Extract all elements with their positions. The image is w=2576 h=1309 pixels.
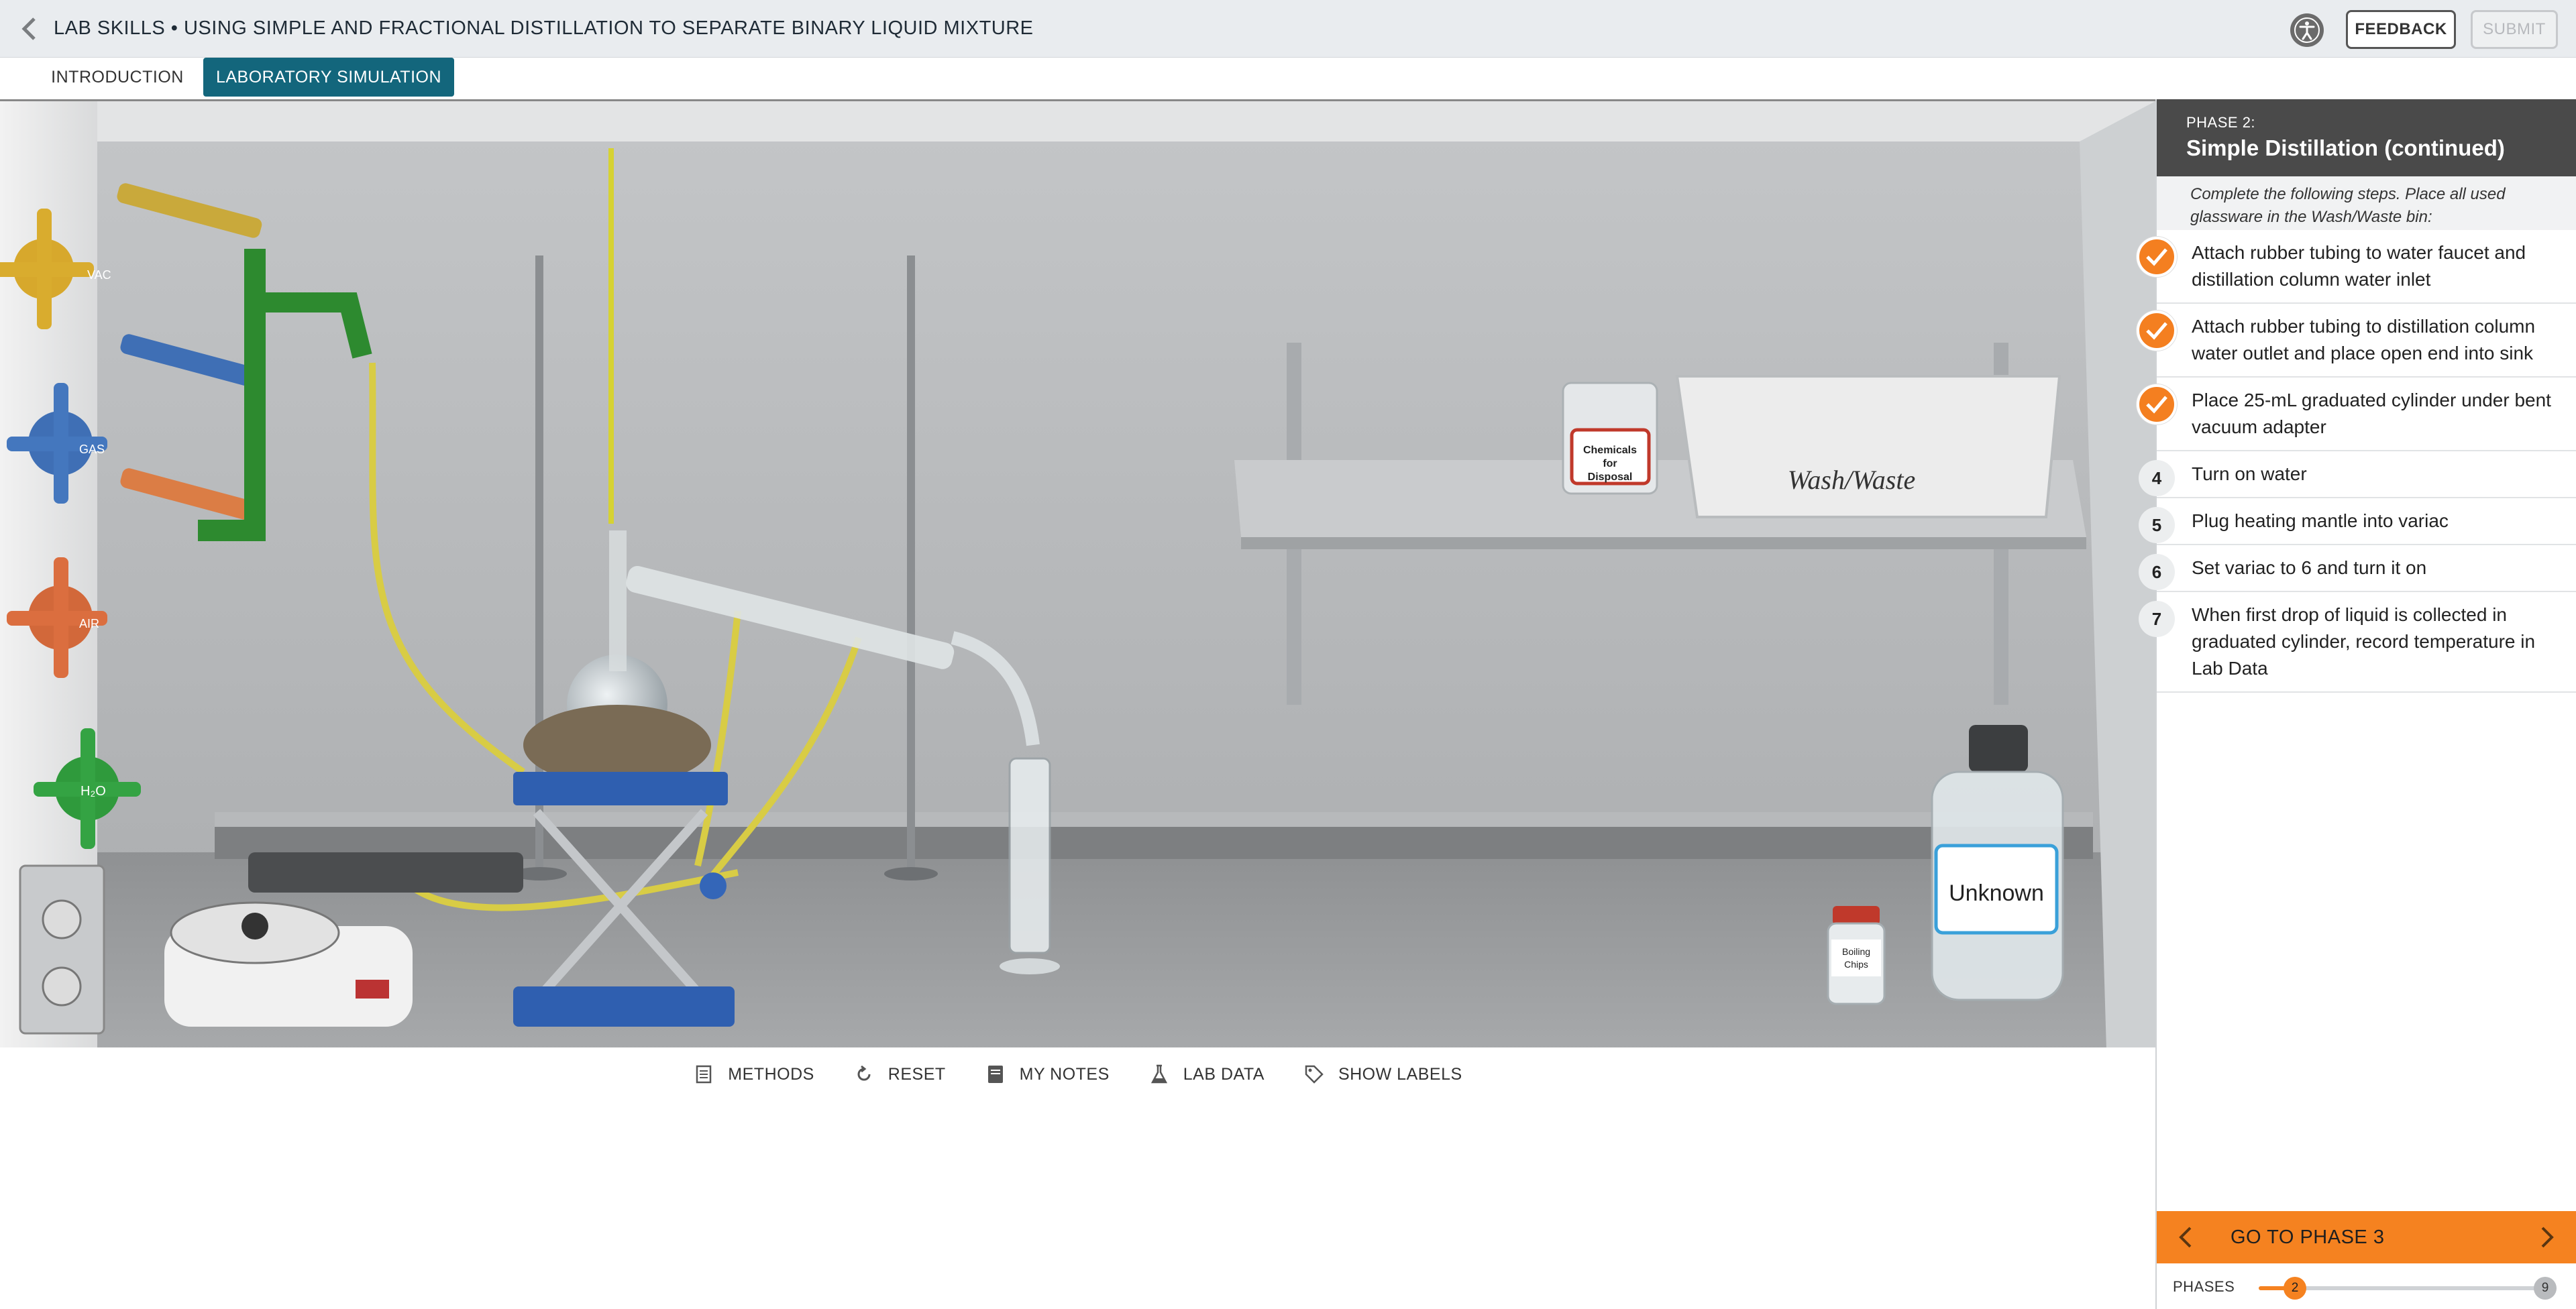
step-text: Attach rubber tubing to distillation col… [2192, 316, 2536, 363]
list-icon [696, 1065, 712, 1084]
step-text: Place 25-mL graduated cylinder under ben… [2192, 390, 2551, 437]
step-text: Attach rubber tubing to water faucet and… [2192, 242, 2526, 290]
tab-laboratory-simulation[interactable]: LABORATORY SIMULATION [203, 58, 454, 97]
svg-text:for: for [1603, 458, 1617, 469]
chemicals-for-disposal-beaker[interactable]: Chemicals for Disposal [1562, 382, 1658, 495]
phase-header: PHASE 2: Simple Distillation (continued) [2157, 99, 2576, 176]
phases-slider[interactable]: 2 9 [2259, 1277, 2557, 1300]
step-item: Attach rubber tubing to distillation col… [2137, 304, 2576, 378]
step-number: 5 [2139, 507, 2175, 543]
phase-number: PHASE 2: [2186, 114, 2256, 131]
step-text: Plug heating mantle into variac [2192, 510, 2449, 531]
step-text: Turn on water [2192, 463, 2307, 484]
boiling-chips-jar[interactable]: Boiling Chips [1827, 906, 1886, 1005]
chevron-right-icon[interactable] [2534, 1225, 2560, 1250]
reset-icon [857, 1065, 871, 1081]
accessibility-icon [2294, 17, 2320, 43]
accessibility-button[interactable] [2290, 13, 2324, 47]
top-bar: LAB SKILLS • USING SIMPLE AND FRACTIONAL… [0, 0, 2576, 58]
svg-text:Chips: Chips [1844, 959, 1868, 970]
fume-hood-illustration: VAC GAS AIR H₂O Chemicals for Disposal W… [0, 101, 2155, 1047]
svg-text:GAS: GAS [79, 443, 105, 456]
current-phase-knob[interactable]: 2 [2284, 1277, 2306, 1300]
methods-label: METHODS [728, 1064, 814, 1084]
lab-data-button[interactable]: LAB DATA [1148, 1064, 1265, 1085]
flask-icon [1150, 1064, 1167, 1084]
go-to-phase-label: GO TO PHASE 3 [2231, 1226, 2385, 1248]
step-item: 7 When first drop of liquid is collected… [2139, 592, 2576, 693]
go-to-next-phase-button[interactable]: GO TO PHASE 3 [2157, 1211, 2576, 1263]
tab-introduction[interactable]: INTRODUCTION [34, 58, 201, 97]
page-title: LAB SKILLS • USING SIMPLE AND FRACTIONAL… [54, 17, 1034, 39]
svg-text:Unknown: Unknown [1949, 880, 2044, 906]
step-list: Attach rubber tubing to water faucet and… [2137, 230, 2576, 693]
show-labels-label: SHOW LABELS [1338, 1064, 1462, 1084]
step-item: 4 Turn on water [2139, 451, 2576, 498]
step-item: Place 25-mL graduated cylinder under ben… [2137, 378, 2576, 451]
simulation-toolbar: METHODS RESET MY NOTES LAB DATA SHOW LAB… [0, 1047, 2155, 1101]
back-button[interactable] [16, 15, 43, 42]
svg-text:AIR: AIR [79, 617, 99, 630]
show-labels-button[interactable]: SHOW LABELS [1303, 1064, 1462, 1085]
svg-text:H₂O: H₂O [80, 784, 106, 799]
submit-button[interactable]: SUBMIT [2471, 10, 2558, 49]
step-number: 7 [2139, 601, 2175, 637]
step-item: 6 Set variac to 6 and turn it on [2139, 545, 2576, 592]
phase-title: Simple Distillation (continued) [2186, 135, 2505, 160]
lab-simulation-scene[interactable]: VAC GAS AIR H₂O Chemicals for Disposal W… [0, 99, 2155, 1047]
phase-instructions: Complete the following steps. Place all … [2157, 176, 2576, 230]
step-item: Attach rubber tubing to water faucet and… [2137, 230, 2576, 304]
checkmark-icon [2137, 310, 2177, 351]
phases-progress: PHASES 2 9 [2157, 1263, 2576, 1309]
reset-button[interactable]: RESET [853, 1064, 946, 1085]
chevron-left-icon [21, 17, 36, 40]
step-text: When first drop of liquid is collected i… [2192, 604, 2536, 679]
methods-button[interactable]: METHODS [693, 1064, 814, 1085]
phases-label: PHASES [2173, 1278, 2235, 1295]
reset-label: RESET [888, 1064, 946, 1084]
step-number: 6 [2139, 554, 2175, 590]
step-text: Set variac to 6 and turn it on [2192, 557, 2427, 578]
chevron-left-icon[interactable] [2173, 1225, 2198, 1250]
step-number: 4 [2139, 460, 2175, 496]
svg-text:Boiling: Boiling [1842, 946, 1870, 957]
wash-waste-bin[interactable]: Wash/Waste [1675, 375, 2061, 518]
svg-text:Chemicals: Chemicals [1583, 445, 1637, 456]
svg-text:Wash/Waste: Wash/Waste [1788, 465, 1915, 495]
instructions-panel: PHASE 2: Simple Distillation (continued)… [2137, 99, 2576, 1309]
feedback-button[interactable]: FEEDBACK [2346, 10, 2456, 49]
svg-text:Disposal: Disposal [1588, 471, 1633, 483]
total-phases-marker: 9 [2534, 1277, 2557, 1300]
checkmark-icon [2137, 384, 2177, 424]
svg-text:VAC: VAC [87, 268, 111, 282]
step-item: 5 Plug heating mantle into variac [2139, 498, 2576, 545]
tab-bar: INTRODUCTION LABORATORY SIMULATION [0, 58, 2576, 99]
my-notes-label: MY NOTES [1019, 1064, 1110, 1084]
my-notes-button[interactable]: MY NOTES [985, 1064, 1110, 1085]
notes-icon [987, 1066, 1003, 1083]
lab-data-label: LAB DATA [1183, 1064, 1265, 1084]
checkmark-icon [2137, 237, 2177, 277]
tag-icon [1305, 1065, 1324, 1084]
